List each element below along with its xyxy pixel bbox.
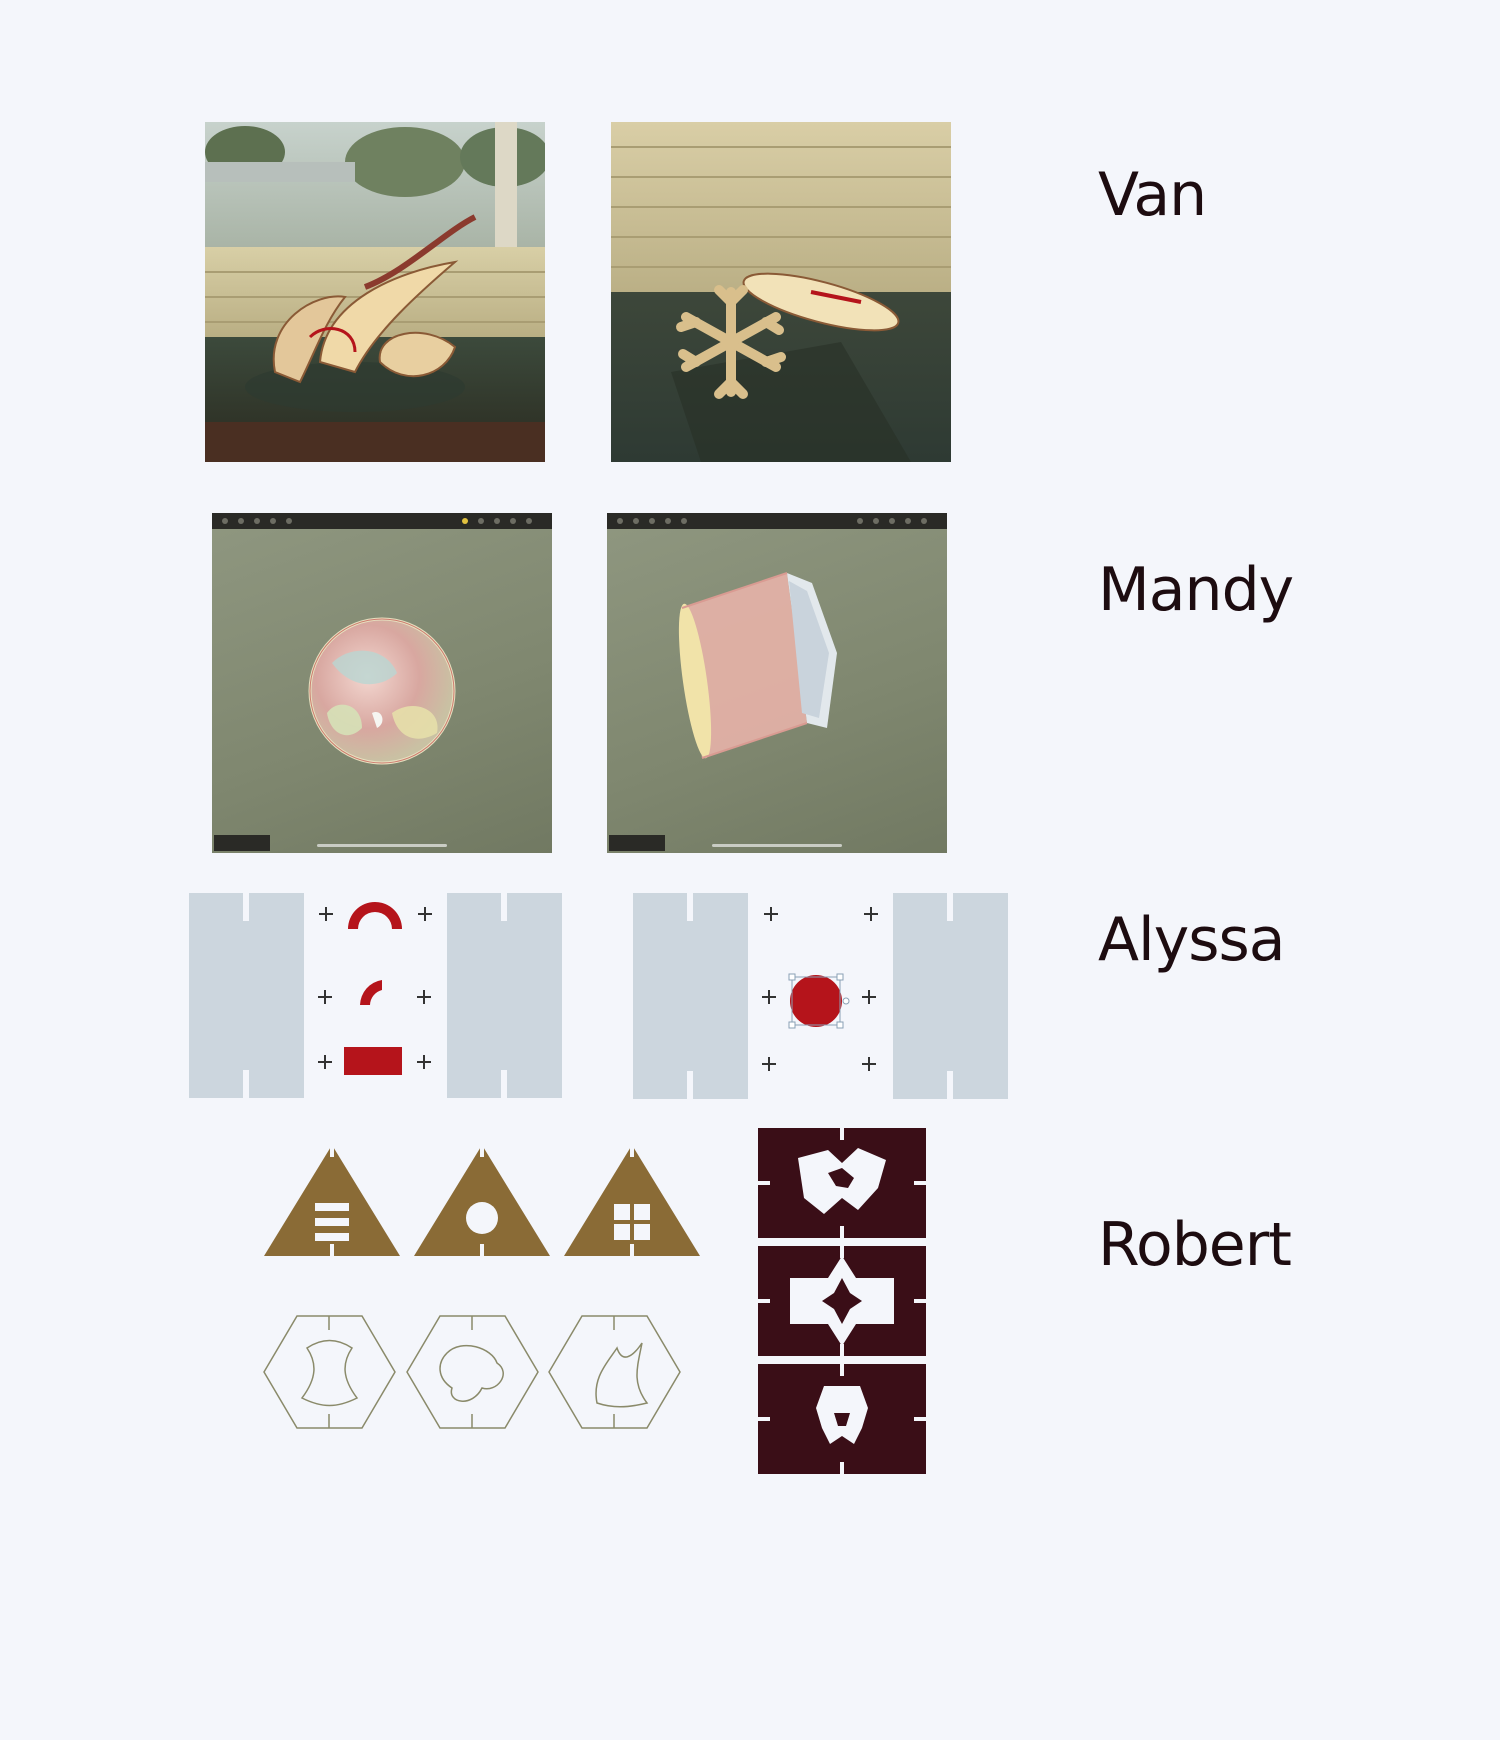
robert-hexagon-outlines (263, 1315, 681, 1429)
alyssa-red-shapes (344, 902, 402, 1075)
app-home-indicator (712, 844, 842, 847)
alyssa-red-circle-selected (788, 973, 850, 1029)
registration-mark-icon (862, 1057, 876, 1071)
mandy-app-view-2 (607, 513, 947, 853)
robert-dark-panels (758, 1128, 926, 1474)
app-home-indicator (317, 844, 447, 847)
alyssa-template-panel (447, 893, 562, 1098)
registration-mark-icon (762, 990, 776, 1004)
row-name-robert: Robert (1098, 1210, 1292, 1280)
registration-mark-icon (864, 907, 878, 921)
alyssa-template-panel (633, 893, 748, 1099)
registration-mark-icon (762, 1057, 776, 1071)
registration-mark-icon (418, 907, 432, 921)
row-name-van: Van (1098, 160, 1207, 230)
registration-mark-icon (764, 907, 778, 921)
registration-mark-icon (862, 990, 876, 1004)
alyssa-template-panel (893, 893, 1008, 1099)
app-corner-tools (214, 835, 270, 851)
van-photo-1 (205, 122, 545, 462)
alyssa-template-panel (189, 893, 304, 1098)
van-photo-2 (611, 122, 951, 462)
row-name-mandy: Mandy (1098, 555, 1294, 625)
robert-triangle-tiles (264, 1145, 700, 1256)
mandy-app-view-1 (212, 513, 552, 853)
app-corner-tools (609, 835, 665, 851)
row-name-alyssa: Alyssa (1098, 905, 1286, 975)
